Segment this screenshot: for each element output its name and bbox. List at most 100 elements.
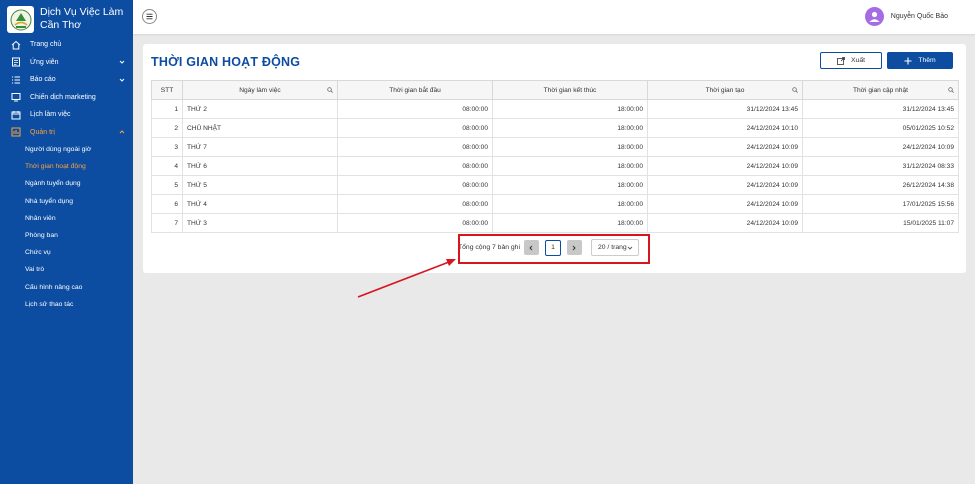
topbar: Nguyễn Quốc Bảo [133,0,975,34]
brand[interactable]: Dịch Vụ Việc Làm Cần Thơ [0,0,133,34]
avatar [864,7,884,26]
plus-icon [904,57,912,65]
search-icon[interactable] [792,87,798,93]
sidebar-item-home[interactable]: Trang chủ [0,36,133,54]
cell-created: 24/12/2024 10:09 [647,156,803,176]
export-label: Xuất [851,57,865,64]
cell-start-time: 08:00:00 [337,156,493,176]
chevron-down-icon [119,59,125,65]
add-button[interactable]: Thêm [887,52,953,69]
sidebar-item-schedule[interactable]: Lịch làm việc [0,106,133,124]
calendar-icon [11,110,21,120]
candidate-icon [11,57,21,67]
sidebar-subitem-roles[interactable]: Vai trò [0,261,133,278]
data-table: STT Ngày làm việc Thời gian bắt đầu Thời… [151,80,959,233]
cell-updated: 31/12/2024 08:33 [802,156,959,176]
cell-created: 24/12/2024 10:09 [647,194,803,214]
sidebar-item-label: Ứng viên [30,58,59,66]
cell-workday: THỨ 3 [182,213,338,233]
cell-created: 31/12/2024 13:45 [647,99,803,119]
cell-end-time: 18:00:00 [492,213,648,233]
cell-stt: 3 [151,137,183,157]
table-row[interactable]: 5 THỨ 5 08:00:00 18:00:00 24/12/2024 10:… [151,175,959,195]
sidebar-item-candidates[interactable]: Ứng viên [0,54,133,72]
search-icon[interactable] [948,87,954,93]
sidebar-item-label: Chiến dịch marketing [30,93,96,101]
cell-workday: THỨ 2 [182,99,338,119]
marketing-icon [11,92,21,102]
cell-updated: 31/12/2024 13:45 [802,99,959,119]
cell-created: 24/12/2024 10:09 [647,213,803,233]
column-header-created[interactable]: Thời gian tạo [647,80,803,100]
cell-stt: 1 [151,99,183,119]
cell-start-time: 08:00:00 [337,175,493,195]
sidebar-item-label: Lịch làm việc [30,111,71,119]
cell-stt: 4 [151,156,183,176]
table-row[interactable]: 3 THỨ 7 08:00:00 18:00:00 24/12/2024 10:… [151,137,959,157]
cell-updated: 17/01/2025 15:56 [802,194,959,214]
sidebar-subitem-positions[interactable]: Chức vụ [0,244,133,261]
cell-end-time: 18:00:00 [492,137,648,157]
sidebar-subitem-action-history[interactable]: Lịch sử thao tác [0,296,133,313]
sidebar-nav: Trang chủ Ứng viên Báo cáo Chiến dịch ma… [0,36,133,313]
sidebar-item-label: Quản trị [30,128,55,136]
cell-start-time: 08:00:00 [337,99,493,119]
cell-stt: 5 [151,175,183,195]
user-name: Nguyễn Quốc Bảo [890,13,948,20]
cell-start-time: 08:00:00 [337,213,493,233]
brand-name-line2: Cần Thơ [40,19,82,31]
cell-start-time: 08:00:00 [337,194,493,214]
sidebar-subitem-employers[interactable]: Nhà tuyển dụng [0,193,133,210]
cell-workday: THỨ 7 [182,137,338,157]
sidebar-subitem-industries[interactable]: Ngành tuyển dụng [0,175,133,192]
hamburger-icon [146,13,153,20]
cell-end-time: 18:00:00 [492,118,648,138]
column-header-stt: STT [151,80,183,100]
sidebar-item-reports[interactable]: Báo cáo [0,71,133,89]
annotation-highlight-box [458,234,650,264]
cell-end-time: 18:00:00 [492,175,648,195]
sidebar-subitem-overtime-users[interactable]: Người dùng ngoài giờ [0,141,133,158]
cell-created: 24/12/2024 10:09 [647,175,803,195]
add-label: Thêm [918,57,936,64]
logo [7,6,34,33]
sidebar-subitem-staff[interactable]: Nhân viên [0,210,133,227]
cell-stt: 2 [151,118,183,138]
cell-workday: THỨ 5 [182,175,338,195]
user-icon [869,11,880,22]
column-header-end-time: Thời gian kết thúc [492,80,648,100]
home-icon [11,40,21,50]
page-title: THỜI GIAN HOẠT ĐỘNG [151,55,301,69]
table-row[interactable]: 7 THỨ 3 08:00:00 18:00:00 24/12/2024 10:… [151,213,959,233]
cell-stt: 7 [151,213,183,233]
column-header-updated[interactable]: Thời gian cập nhật [802,80,959,100]
cell-end-time: 18:00:00 [492,194,648,214]
sidebar-subitem-active-time[interactable]: Thời gian hoạt động [0,158,133,175]
table-row[interactable]: 6 THỨ 4 08:00:00 18:00:00 24/12/2024 10:… [151,194,959,214]
sidebar-item-marketing[interactable]: Chiến dịch marketing [0,89,133,107]
table-header-row: STT Ngày làm việc Thời gian bắt đầu Thời… [151,80,959,100]
cell-end-time: 18:00:00 [492,156,648,176]
sidebar-subitem-advanced-config[interactable]: Cấu hình nâng cao [0,279,133,296]
cell-created: 24/12/2024 10:09 [647,137,803,157]
sidebar-item-admin[interactable]: Quản trị [0,124,133,142]
cell-start-time: 08:00:00 [337,118,493,138]
user-menu[interactable]: Nguyễn Quốc Bảo [864,7,948,26]
cell-workday: THỨ 4 [182,194,338,214]
cell-workday: THỨ 6 [182,156,338,176]
list-icon [11,75,21,85]
cell-updated: 05/01/2025 10:52 [802,118,959,138]
table-row[interactable]: 4 THỨ 6 08:00:00 18:00:00 24/12/2024 10:… [151,156,959,176]
sidebar-subitem-departments[interactable]: Phòng ban [0,227,133,244]
export-icon [837,56,845,65]
column-header-workday[interactable]: Ngày làm việc [182,80,338,100]
table-row[interactable]: 1 THỨ 2 08:00:00 18:00:00 31/12/2024 13:… [151,99,959,119]
search-icon[interactable] [327,87,333,93]
cell-start-time: 08:00:00 [337,137,493,157]
column-header-start-time: Thời gian bắt đầu [337,80,493,100]
menu-toggle-button[interactable] [142,9,157,24]
chevron-up-icon [119,129,125,135]
cell-updated: 15/01/2025 11:07 [802,213,959,233]
table-row[interactable]: 2 CHỦ NHẬT 08:00:00 18:00:00 24/12/2024 … [151,118,959,138]
export-button[interactable]: Xuất [820,52,882,69]
